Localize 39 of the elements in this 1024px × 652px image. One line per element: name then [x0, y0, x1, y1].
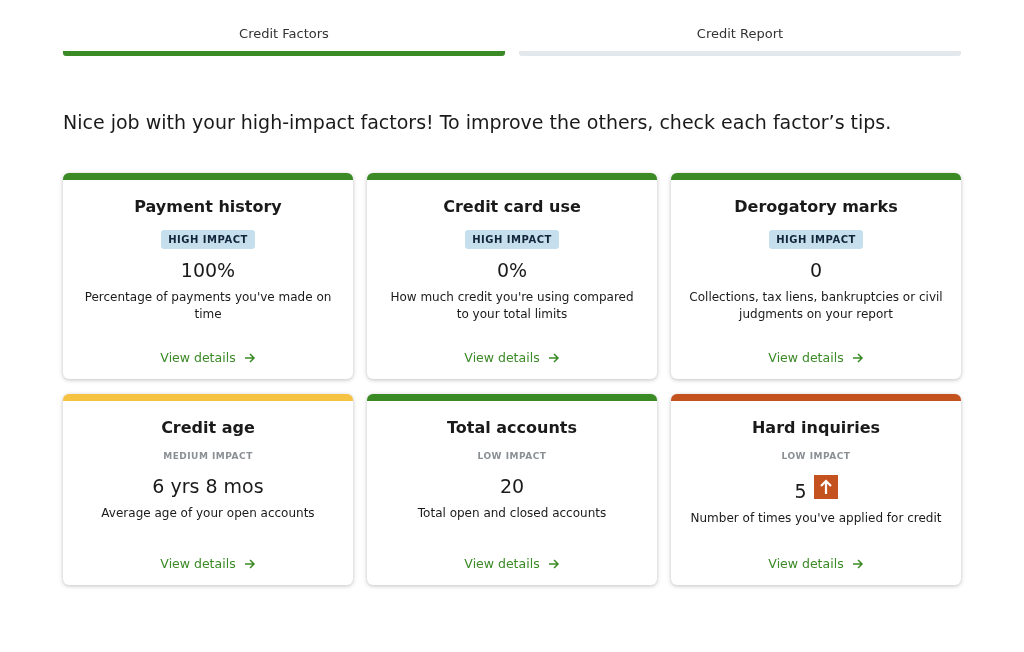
- arrow-right-icon: [243, 557, 256, 570]
- view-details-link[interactable]: View details: [464, 350, 560, 365]
- factor-description: Average age of your open accounts: [101, 505, 315, 522]
- view-details-link[interactable]: View details: [768, 350, 864, 365]
- factor-value: 0: [809, 259, 823, 281]
- factor-value: 0%: [496, 259, 528, 281]
- factor-value: 20: [499, 475, 525, 497]
- factor-description: How much credit you're using compared to your total limits: [389, 289, 635, 323]
- factor-value: 100%: [180, 259, 236, 281]
- message: Nice job with your high-impact factors! To improve the others, check each factor’s tips.: [63, 111, 893, 133]
- tab[interactable]: Credit Report: [519, 26, 961, 56]
- impact-label: HIGH IMPACT: [161, 230, 255, 249]
- view-details-link[interactable]: View details: [160, 350, 256, 365]
- impact-label: HIGH IMPACT: [769, 230, 863, 249]
- arrow-right-icon: [547, 351, 560, 364]
- factor-description: Percentage of payments you've made on time: [83, 289, 333, 323]
- impact-label: MEDIUM IMPACT: [163, 451, 253, 461]
- factor-title: Derogatory marks: [734, 197, 898, 216]
- factor-title: Hard inquiries: [751, 418, 881, 437]
- factor-value: 6 yrs 8 mos: [152, 475, 264, 497]
- factor-description: Total open and closed accounts: [417, 505, 607, 522]
- arrow-right-icon: [547, 557, 560, 570]
- view-details-link[interactable]: View details: [768, 556, 864, 571]
- arrow-right-icon: [243, 351, 256, 364]
- view-details-link[interactable]: View details: [464, 556, 560, 571]
- tab[interactable]: Credit Factors: [63, 26, 505, 56]
- factor-description: Number of times you've applied for credit: [690, 510, 942, 527]
- impact-label: LOW IMPACT: [477, 451, 547, 461]
- arrow-right-icon: [851, 557, 864, 570]
- factor-title: Credit card use: [443, 197, 581, 216]
- factor-title: Credit age: [161, 418, 255, 437]
- impact-label: LOW IMPACT: [781, 451, 851, 461]
- factor-description: Collections, tax liens, bankruptcies or civil judgments on your report: [688, 289, 944, 323]
- impact-label: HIGH IMPACT: [465, 230, 559, 249]
- view-details-link[interactable]: View details: [160, 556, 256, 571]
- factor-title: Total accounts: [447, 418, 577, 437]
- factor-title: Payment history: [134, 197, 282, 216]
- factor-value: 5: [794, 480, 807, 502]
- arrow-right-icon: [851, 351, 864, 364]
